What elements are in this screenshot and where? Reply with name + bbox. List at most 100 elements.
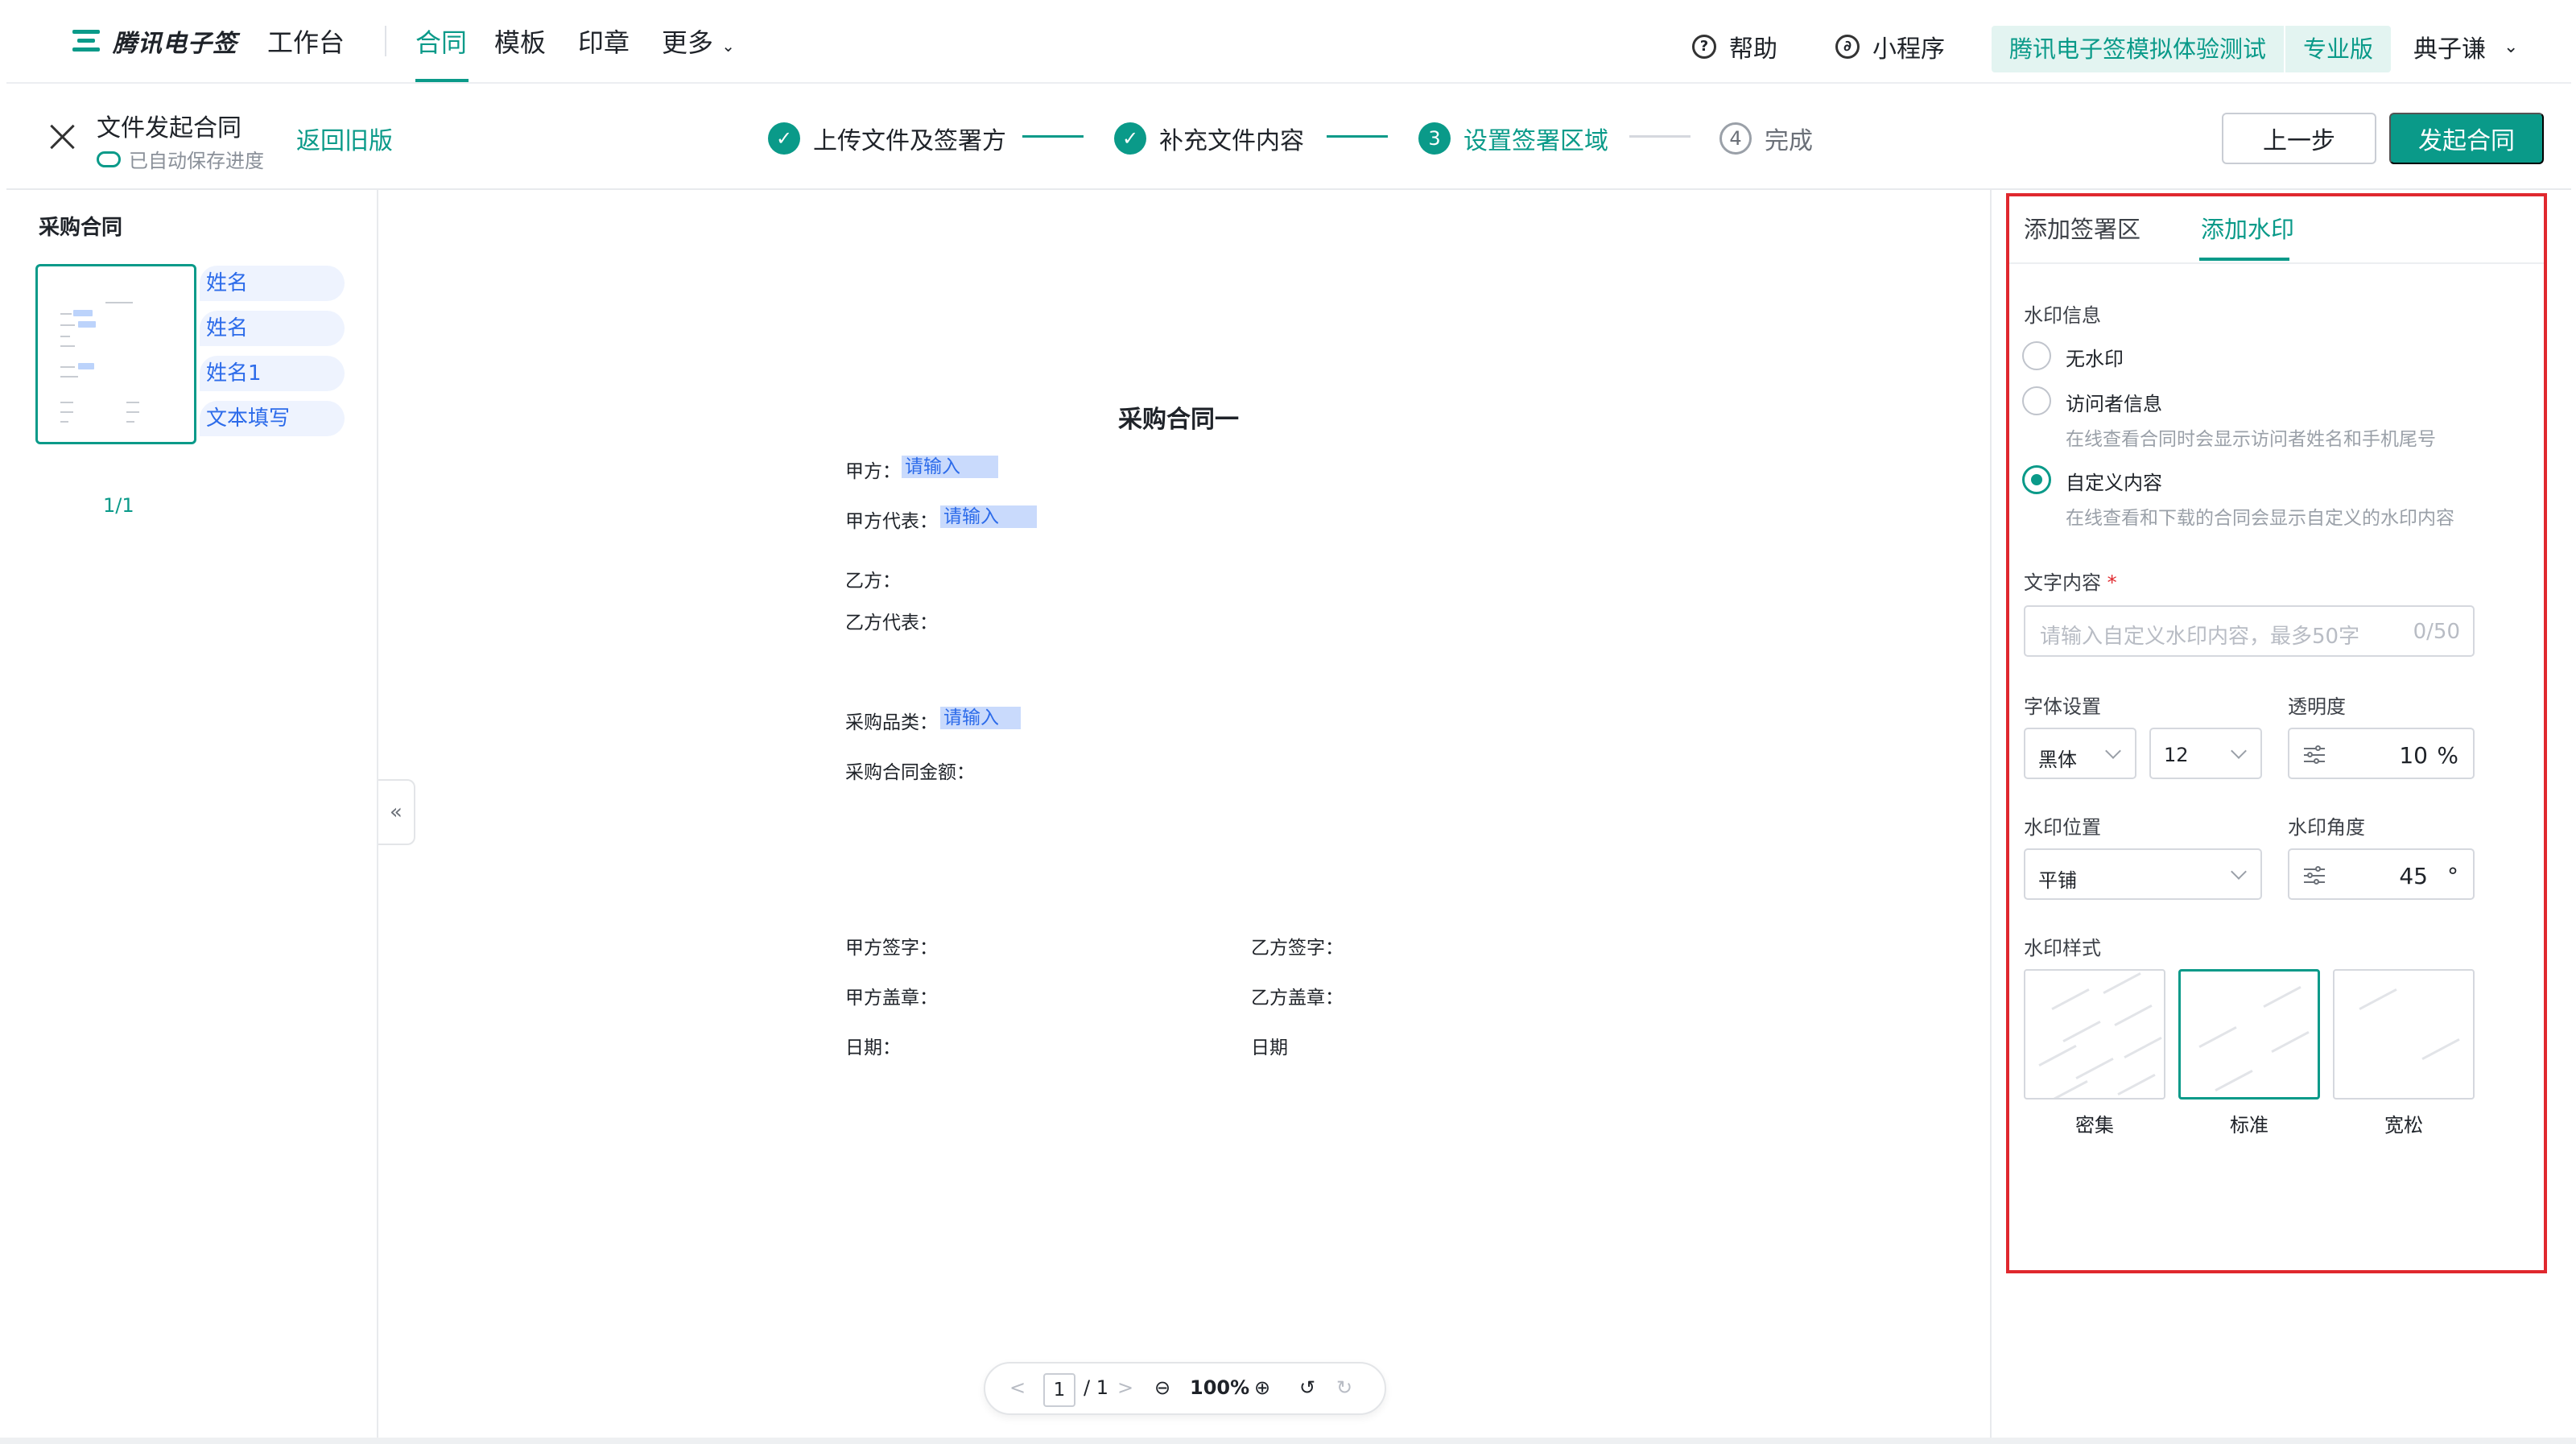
autosave-text: 已自动保存进度 [129, 150, 264, 172]
nav-seal[interactable]: 印章 [578, 23, 630, 60]
option-custom-content[interactable]: 自定义内容 [2066, 467, 2162, 495]
page-number-input[interactable]: 1 [1043, 1373, 1075, 1407]
nav-more[interactable]: 更多 ⌄ [662, 23, 735, 60]
help-label: 帮助 [1729, 35, 1777, 64]
radio-no-watermark[interactable] [2022, 341, 2051, 370]
document-page: 采购合同一 甲方： 请输入 甲方代表： 请输入 乙方： 乙方代表： 采购品类： … [700, 201, 1657, 1444]
previous-step-button[interactable]: 上一步 [2222, 113, 2376, 164]
nav-template[interactable]: 模板 [494, 23, 546, 60]
watermark-text-input[interactable]: 请输入自定义水印内容，最多50字 0/50 [2024, 605, 2475, 657]
seal-b-label: 乙方盖章： [1251, 988, 1344, 1009]
chevron-down-icon [2105, 743, 2121, 759]
party-b-rep-label: 乙方代表： [845, 613, 938, 633]
radio-custom-content[interactable] [2022, 465, 2051, 494]
rotate-right-icon[interactable]: ↻ [1336, 1376, 1352, 1399]
back-to-old-version-link[interactable]: 返回旧版 [296, 121, 393, 156]
flow-header: 文件发起合同 已自动保存进度 返回旧版 ✓ 上传文件及签署方 ✓ 补充文件内容 … [6, 84, 2571, 190]
style-loose-card[interactable] [2333, 969, 2475, 1100]
tab-add-sign-area[interactable]: 添加签署区 [2024, 211, 2140, 245]
chevron-down-icon: ⌄ [721, 36, 735, 56]
cloud-check-icon [97, 151, 121, 167]
amount-label: 采购合同金额： [845, 762, 975, 783]
org-switcher[interactable]: 腾讯电子签模拟体验测试 专业版 [1992, 26, 2392, 72]
double-chevron-left-icon: « [390, 800, 402, 824]
angle-label: 水印角度 [2288, 816, 2365, 839]
angle-input[interactable]: 45 ° [2288, 848, 2475, 900]
page-toolbar: < 1 / 1 > ⊖ 100% ⊕ ↺ ↻ [984, 1362, 1386, 1415]
style-loose-label: 宽松 [2384, 1114, 2423, 1137]
style-dense-card[interactable] [2024, 969, 2165, 1100]
edition-badge: 专业版 [2284, 26, 2391, 72]
help-link[interactable]: ? 帮助 [1692, 29, 1777, 64]
collapse-panel-button[interactable]: « [378, 779, 415, 845]
field-tag-name1[interactable]: 姓名1 [200, 356, 345, 391]
close-icon[interactable] [43, 119, 80, 156]
zoom-in-icon[interactable]: ⊕ [1254, 1376, 1270, 1399]
category-input[interactable]: 请输入 [940, 707, 1021, 729]
date-a-label: 日期： [845, 1038, 901, 1058]
miniprogram-label: 小程序 [1872, 35, 1945, 64]
step-fill-content: ✓ 补充文件内容 [1114, 121, 1304, 156]
custom-content-hint: 在线查看和下载的合同会显示自定义的水印内容 [2066, 508, 2454, 529]
tab-add-watermark[interactable]: 添加水印 [2201, 211, 2294, 245]
radio-visitor-info[interactable] [2022, 386, 2051, 415]
user-name: 典子谦 [2413, 35, 2486, 64]
visitor-info-hint: 在线查看合同时会显示访问者姓名和手机尾号 [2066, 429, 2436, 450]
brand-logo[interactable]: 腾讯电子签 [69, 21, 237, 61]
nav-more-label: 更多 [662, 27, 714, 58]
check-icon: ✓ [1114, 122, 1146, 155]
step-fill-label: 补充文件内容 [1159, 127, 1304, 155]
prev-page-icon[interactable]: < [1009, 1376, 1026, 1399]
field-tag-name[interactable]: 姓名 [200, 266, 345, 301]
field-tag-name[interactable]: 姓名 [200, 311, 345, 346]
step-number-4: 4 [1719, 122, 1752, 155]
opacity-input[interactable]: 10 % [2288, 728, 2475, 779]
bottom-edge [0, 1438, 2576, 1444]
option-visitor-info[interactable]: 访问者信息 [2066, 388, 2162, 416]
party-a-rep-label: 甲方代表： [845, 511, 938, 532]
watermark-info-label: 水印信息 [2024, 304, 2101, 327]
miniprogram-link[interactable]: ∂ 小程序 [1835, 29, 1945, 64]
top-nav: 腾讯电子签 工作台 合同 模板 印章 更多 ⌄ ? 帮助 ∂ 小程序 腾讯电子签… [6, 0, 2571, 84]
party-a-input[interactable]: 请输入 [902, 456, 998, 478]
seal-a-label: 甲方盖章： [845, 988, 938, 1009]
font-settings-label: 字体设置 [2024, 695, 2101, 718]
angle-unit: ° [2447, 863, 2458, 889]
position-value: 平铺 [2038, 869, 2077, 892]
opacity-unit: % [2437, 742, 2458, 769]
font-size-value: 12 [2164, 744, 2189, 766]
style-dense-label: 密集 [2075, 1114, 2114, 1137]
nav-divider [385, 26, 386, 56]
text-content-label-text: 文字内容 [2024, 571, 2101, 594]
chevron-down-icon [2231, 864, 2247, 880]
adjust-icon [2304, 866, 2325, 885]
party-a-rep-input[interactable]: 请输入 [940, 505, 1037, 528]
font-family-select[interactable]: 黑体 [2024, 728, 2136, 779]
document-title: 采购合同一 [1118, 406, 1239, 434]
style-label: 水印样式 [2024, 937, 2101, 959]
help-icon: ? [1692, 35, 1716, 59]
user-menu[interactable]: 典子谦 ⌄ [2413, 29, 2518, 64]
field-tag-text[interactable]: 文本填写 [200, 401, 345, 436]
party-a-label: 甲方： [845, 461, 901, 482]
nav-contract[interactable]: 合同 [415, 23, 467, 60]
start-contract-button[interactable]: 发起合同 [2389, 113, 2544, 164]
party-b-label: 乙方： [845, 571, 901, 592]
font-size-select[interactable]: 12 [2149, 728, 2262, 779]
style-standard-card[interactable] [2178, 969, 2320, 1100]
rotate-left-icon[interactable]: ↺ [1299, 1376, 1315, 1399]
page-indicator: 1/1 [103, 494, 134, 517]
nav-workbench[interactable]: 工作台 [267, 23, 345, 60]
angle-value: 45 [2399, 863, 2428, 889]
position-select[interactable]: 平铺 [2024, 848, 2262, 900]
chevron-down-icon [2231, 743, 2247, 759]
page-thumbnail[interactable] [35, 264, 196, 444]
font-family-value: 黑体 [2038, 749, 2077, 771]
next-page-icon[interactable]: > [1117, 1376, 1133, 1399]
zoom-out-icon[interactable]: ⊖ [1154, 1376, 1170, 1399]
check-icon: ✓ [768, 122, 800, 155]
step-finish: 4 完成 [1719, 121, 1813, 156]
option-no-watermark[interactable]: 无水印 [2066, 343, 2124, 371]
step-number-3: 3 [1418, 122, 1451, 155]
step-sign-area-label: 设置签署区域 [1463, 127, 1608, 155]
